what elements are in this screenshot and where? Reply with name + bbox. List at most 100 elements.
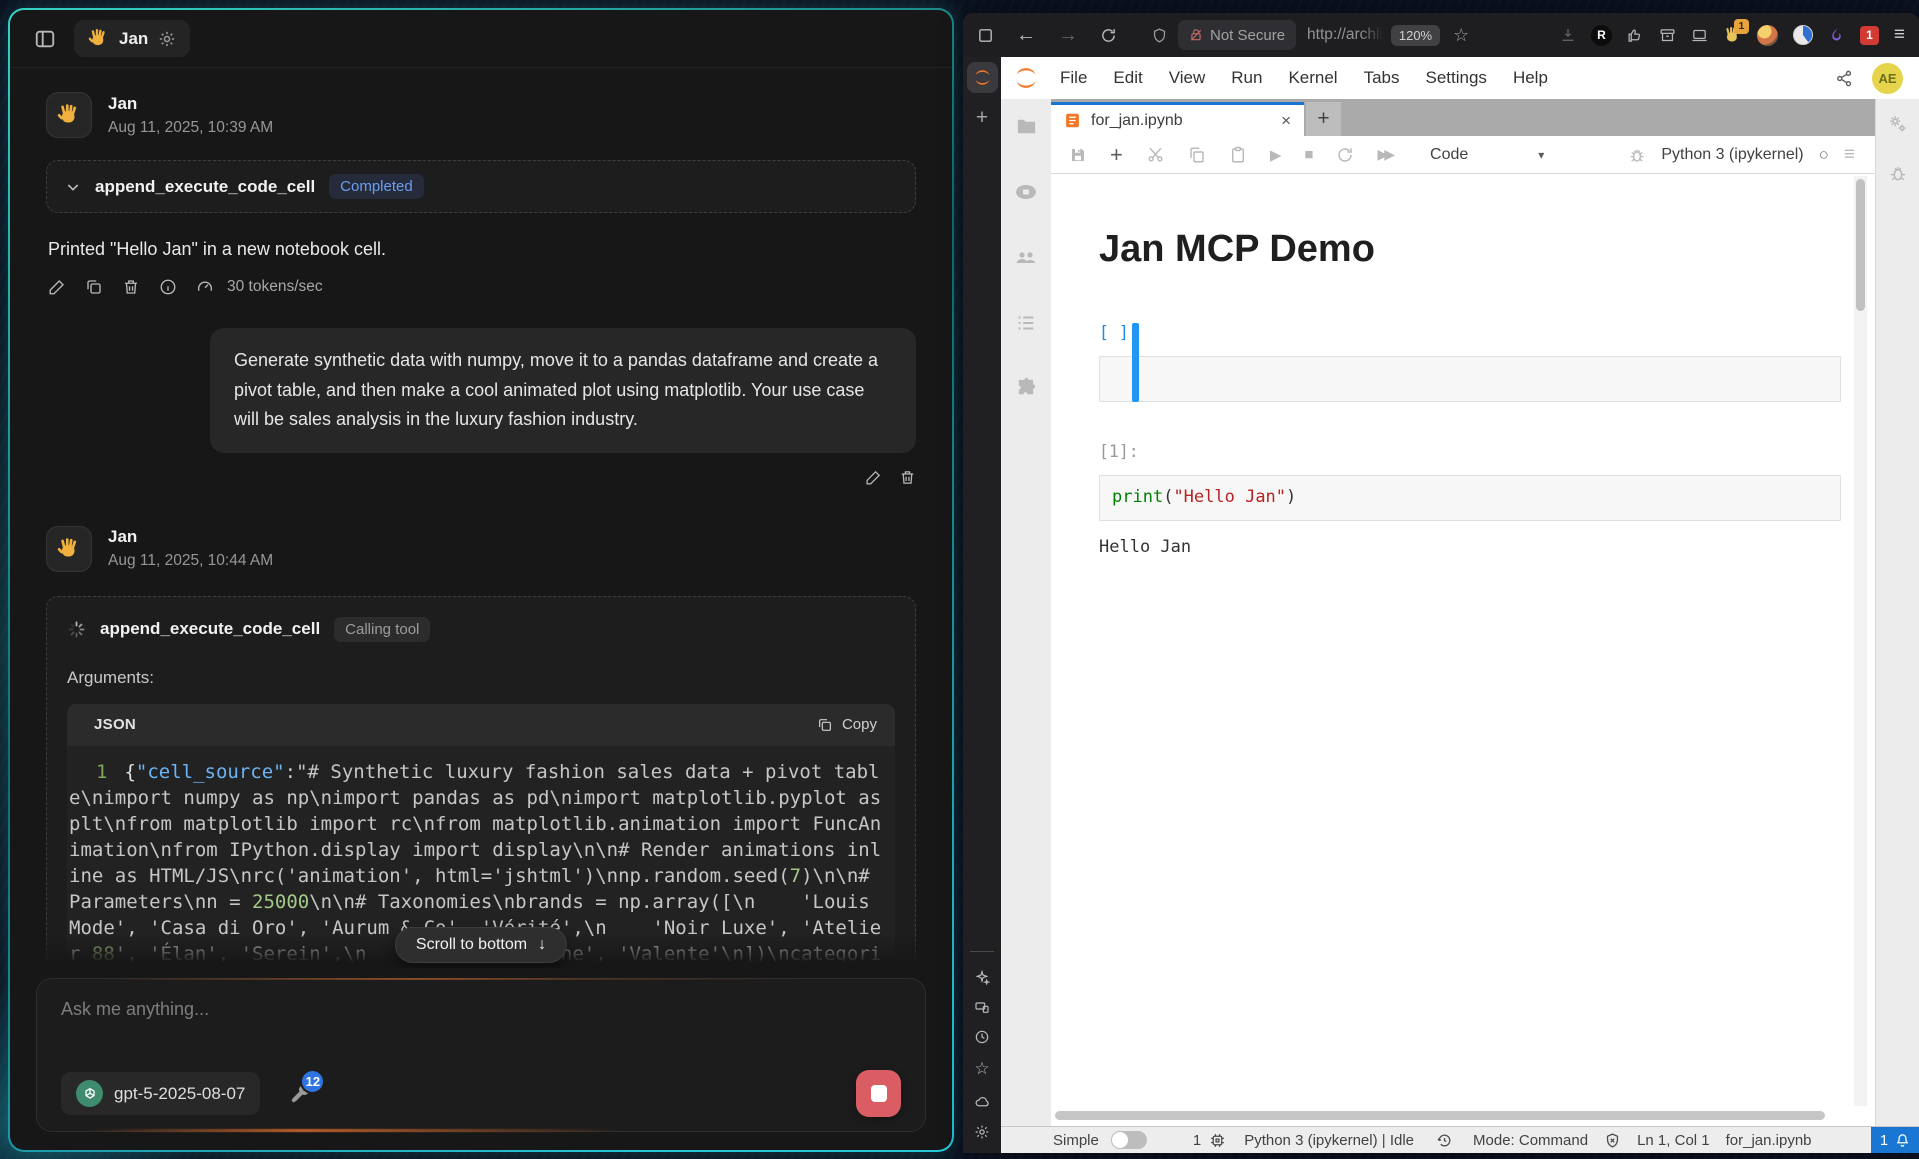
mode-indicator[interactable]: Mode: Command — [1473, 1132, 1588, 1149]
copy-icon[interactable] — [85, 278, 103, 296]
tool-call-header[interactable]: append_execute_code_cell Calling tool — [67, 617, 895, 642]
restart-kernel-icon[interactable] — [1336, 146, 1354, 164]
scrollbar-thumb[interactable] — [1856, 179, 1865, 311]
avatar-extension-icon[interactable] — [1757, 25, 1778, 46]
address-url[interactable]: http://archli — [1307, 26, 1383, 44]
horizontal-scrollbar[interactable] — [1055, 1111, 1849, 1122]
menu-help[interactable]: Help — [1500, 68, 1561, 88]
stop-generation-button[interactable] — [856, 1070, 901, 1117]
chat-input[interactable] — [61, 999, 901, 1057]
kernel-count[interactable]: 1 — [1193, 1132, 1201, 1149]
thread-settings-gear-icon[interactable] — [158, 30, 176, 48]
close-tab-icon[interactable]: × — [1281, 111, 1291, 131]
new-notebook-tab-icon[interactable]: + — [1306, 102, 1341, 136]
insecure-lock-icon — [1189, 28, 1203, 42]
message-timestamp: Aug 11, 2025, 10:44 AM — [108, 552, 273, 570]
devices-icon[interactable] — [974, 999, 990, 1015]
thumbs-up-extension-icon[interactable] — [1627, 27, 1644, 44]
notebook-tab-bar: for_jan.ipynb × + — [1051, 99, 1875, 136]
forward-icon[interactable]: → — [1058, 24, 1078, 47]
code-cell-empty[interactable]: [ ]: — [1099, 323, 1875, 402]
collaboration-users-icon[interactable] — [1014, 246, 1038, 270]
cursor-position[interactable]: Ln 1, Col 1 — [1637, 1132, 1710, 1149]
edit-icon[interactable] — [865, 469, 882, 486]
status-badge: Calling tool — [334, 617, 430, 642]
paste-cell-icon[interactable] — [1229, 146, 1247, 164]
delete-icon[interactable] — [122, 278, 140, 296]
copy-cell-icon[interactable] — [1188, 146, 1206, 164]
flame-extension-icon[interactable] — [1828, 27, 1845, 44]
copy-code-button[interactable]: Copy — [817, 716, 877, 733]
add-cell-icon[interactable]: + — [1110, 142, 1123, 168]
zoom-level-badge[interactable]: 120% — [1391, 25, 1440, 46]
bookmark-star-icon[interactable]: ☆ — [1453, 25, 1469, 46]
model-selector[interactable]: gpt-5-2025-08-07 — [61, 1072, 260, 1115]
cell-type-select[interactable]: Code ▾ — [1430, 146, 1544, 164]
reload-icon[interactable] — [1100, 27, 1117, 44]
site-security-chip[interactable]: Not Secure — [1178, 20, 1296, 50]
notebook-tab[interactable]: for_jan.ipynb × — [1051, 102, 1304, 136]
sparkle-icon[interactable] — [974, 969, 990, 985]
stop-kernel-icon[interactable]: ■ — [1304, 146, 1313, 163]
run-all-icon[interactable]: ▶▶ — [1377, 146, 1391, 163]
save-icon[interactable] — [1069, 146, 1087, 164]
sidebar-toggle-icon[interactable] — [34, 28, 56, 50]
cell-editor[interactable]: print("Hello Jan") — [1099, 475, 1841, 521]
menu-kernel[interactable]: Kernel — [1275, 68, 1350, 88]
chat-scroll-area[interactable]: Jan Aug 11, 2025, 10:39 AM append_execut… — [10, 68, 952, 968]
bookmarks-star-icon[interactable]: ☆ — [974, 1059, 989, 1079]
history-icon[interactable] — [1436, 1132, 1453, 1149]
simple-mode-toggle[interactable] — [1111, 1131, 1147, 1149]
cell-editor[interactable] — [1099, 356, 1841, 402]
r-extension-icon[interactable]: R — [1591, 25, 1612, 46]
menu-file[interactable]: File — [1047, 68, 1100, 88]
table-of-contents-icon[interactable] — [1015, 312, 1037, 334]
file-browser-icon[interactable] — [1015, 115, 1038, 138]
menu-tabs[interactable]: Tabs — [1351, 68, 1413, 88]
thread-tab[interactable]: Jan — [74, 20, 190, 57]
downloads-icon[interactable] — [1560, 27, 1576, 43]
toolbar-menu-icon[interactable]: ≡ — [1844, 144, 1855, 166]
debugger-bug-icon[interactable] — [1888, 163, 1908, 183]
tools-button[interactable]: 12 — [288, 1082, 312, 1106]
extension-manager-icon[interactable] — [1015, 376, 1038, 399]
menu-run[interactable]: Run — [1218, 68, 1275, 88]
browser-menu-icon[interactable]: ≡ — [1894, 24, 1905, 46]
menu-view[interactable]: View — [1156, 68, 1219, 88]
notebook-content[interactable]: Jan MCP Demo [ ]: [1]: print("Hello Jan"… — [1051, 174, 1875, 1126]
circle-extension-icon[interactable] — [1793, 25, 1813, 45]
run-cell-icon[interactable]: ▶ — [1270, 146, 1282, 164]
kernel-status-text[interactable]: Python 3 (ipykernel) | Idle — [1244, 1132, 1414, 1149]
settings-gear-icon[interactable] — [974, 1124, 990, 1140]
running-sessions-icon[interactable] — [1014, 180, 1038, 204]
trust-shield-icon[interactable] — [1604, 1132, 1621, 1149]
tab-overview-icon[interactable] — [977, 27, 994, 44]
delete-icon[interactable] — [899, 469, 916, 486]
menu-settings[interactable]: Settings — [1413, 68, 1500, 88]
kernel-name[interactable]: Python 3 (ipykernel) — [1661, 146, 1803, 164]
debugger-bug-icon[interactable] — [1628, 146, 1646, 164]
edit-icon[interactable] — [48, 278, 66, 296]
vertical-scrollbar[interactable] — [1854, 176, 1867, 1106]
history-clock-icon[interactable] — [974, 1029, 990, 1045]
notifications-button[interactable]: 1 — [1871, 1127, 1919, 1153]
share-icon[interactable] — [1835, 69, 1854, 88]
archive-extension-icon[interactable] — [1659, 27, 1676, 44]
shield-icon[interactable] — [1151, 27, 1168, 44]
property-inspector-gears-icon[interactable] — [1887, 113, 1909, 135]
jan-extension-icon[interactable]: 1 — [1723, 26, 1742, 45]
user-avatar[interactable]: AE — [1872, 63, 1903, 94]
code-cell-1[interactable]: [1]: print("Hello Jan") Hello Jan — [1099, 442, 1875, 557]
device-extension-icon[interactable] — [1691, 27, 1708, 44]
scrollbar-thumb[interactable] — [1055, 1111, 1825, 1120]
cloud-icon[interactable] — [974, 1093, 991, 1110]
back-icon[interactable]: ← — [1016, 24, 1036, 47]
menu-edit[interactable]: Edit — [1100, 68, 1155, 88]
cut-cell-icon[interactable] — [1146, 145, 1165, 164]
jupyter-favicon-tab[interactable] — [967, 62, 998, 93]
tool-call-completed[interactable]: append_execute_code_cell Completed — [46, 160, 916, 213]
info-icon[interactable] — [159, 278, 177, 296]
scroll-to-bottom-button[interactable]: Scroll to bottom ↓ — [395, 927, 567, 963]
new-tab-icon[interactable]: + — [976, 106, 988, 130]
notification-extension-icon[interactable]: 1 — [1860, 26, 1879, 45]
